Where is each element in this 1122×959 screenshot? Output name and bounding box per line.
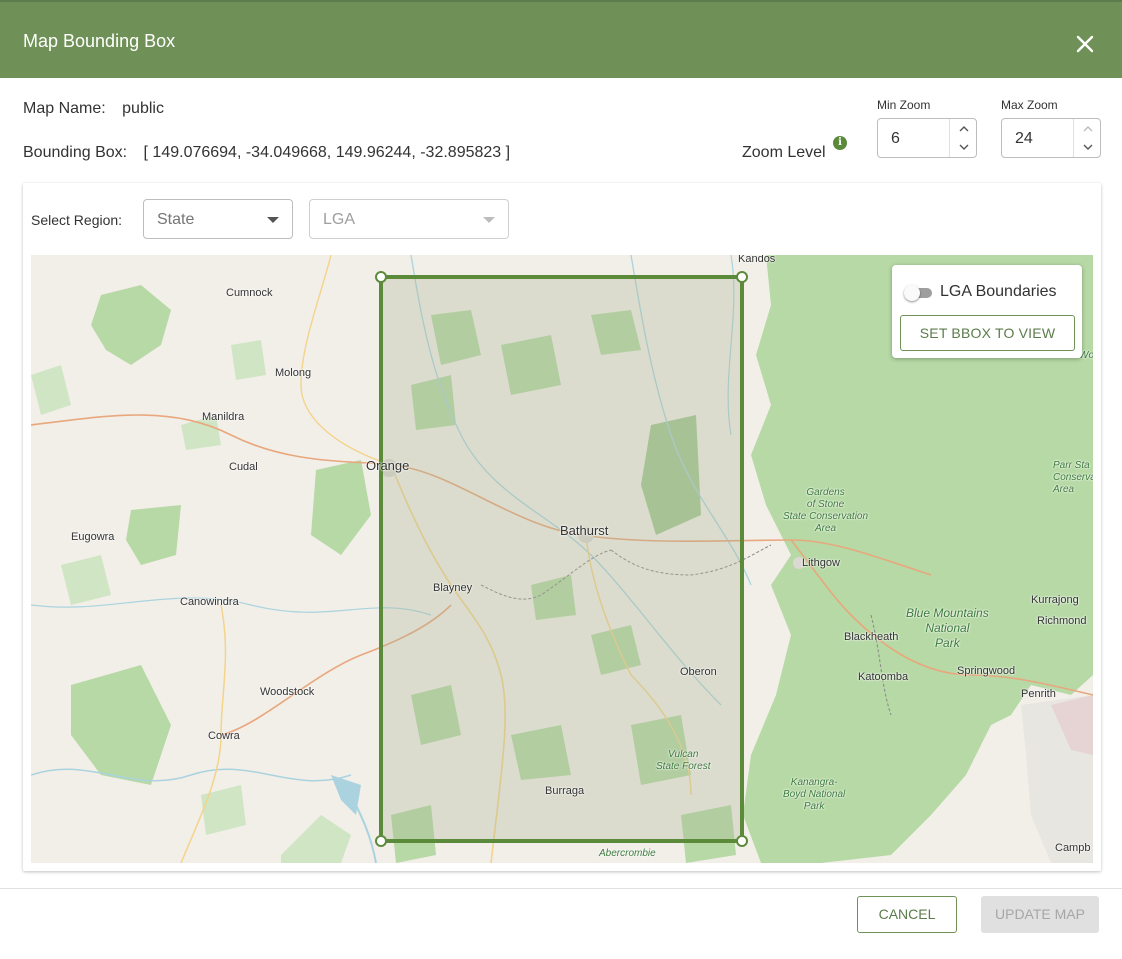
- toggle-knob: [904, 285, 920, 301]
- place-label: Lithgow: [802, 557, 840, 569]
- park-label: Blue Mountains National Park: [906, 606, 989, 650]
- park-label: Vulcan State Forest: [656, 749, 711, 772]
- update-map-button[interactable]: UPDATE MAP: [981, 896, 1099, 933]
- bbox-handle-sw[interactable]: [375, 835, 387, 847]
- zoom-level-label: Zoom Level: [742, 144, 826, 161]
- map-name-value: public: [122, 100, 164, 117]
- close-icon[interactable]: [1074, 33, 1096, 55]
- place-label: Blayney: [433, 582, 473, 594]
- place-label: Kandos: [738, 255, 776, 265]
- state-select-placeholder: State: [157, 211, 195, 228]
- map-name-row: Map Name: public: [23, 100, 164, 118]
- place-label: Burraga: [545, 785, 585, 797]
- max-zoom-value: 24: [1015, 130, 1033, 147]
- footer-divider: [0, 888, 1122, 889]
- place-label: Eugowra: [71, 531, 115, 543]
- lga-boundaries-label: LGA Boundaries: [940, 283, 1057, 300]
- map-card: Select Region: State LGA Kandos Cumnock …: [23, 183, 1101, 871]
- max-zoom-spinner: [1073, 119, 1101, 157]
- map-view[interactable]: Kandos Cumnock Molong Manildra Cudal Ora…: [31, 255, 1093, 863]
- chevron-up-icon[interactable]: [958, 123, 970, 135]
- place-label: Canowindra: [180, 596, 239, 608]
- place-label: Campb: [1055, 842, 1091, 854]
- dialog-title: Map Bounding Box: [23, 31, 176, 51]
- map-control-panel: LGA Boundaries SET BBOX TO VIEW: [892, 265, 1082, 358]
- place-label: Oberon: [680, 666, 717, 678]
- park-label: Parr Sta Conserva Area: [1053, 460, 1093, 495]
- select-region-label: Select Region:: [31, 212, 123, 228]
- place-label: Molong: [275, 367, 312, 379]
- chevron-down-icon[interactable]: [1082, 141, 1094, 153]
- lga-select-placeholder: LGA: [323, 211, 356, 228]
- bbox-handle-se[interactable]: [736, 835, 748, 847]
- bounding-box-row: Bounding Box: [ 149.076694, -34.049668, …: [23, 144, 510, 162]
- min-zoom-label: Min Zoom: [877, 98, 931, 112]
- place-label: Woodstock: [260, 686, 315, 698]
- bounding-box-value: [ 149.076694, -34.049668, 149.96244, -32…: [143, 144, 511, 161]
- chevron-down-icon[interactable]: [958, 141, 970, 153]
- place-label: Penrith: [1021, 688, 1056, 700]
- info-icon[interactable]: i: [833, 136, 847, 150]
- dialog-header: Map Bounding Box: [0, 2, 1122, 78]
- state-select[interactable]: State: [143, 199, 293, 239]
- lga-select[interactable]: LGA: [309, 199, 509, 239]
- place-label: Blackheath: [844, 631, 899, 643]
- min-zoom-spinner: [949, 119, 977, 157]
- map-bounding-box-dialog: Map Bounding Box Map Name: public Boundi…: [0, 0, 1122, 959]
- caret-down-icon: [267, 217, 279, 223]
- bbox-handle-nw[interactable]: [375, 271, 387, 283]
- min-zoom-input[interactable]: 6: [877, 118, 977, 158]
- min-zoom-value: 6: [891, 130, 900, 147]
- bounding-box-label: Bounding Box:: [23, 144, 128, 161]
- set-bbox-to-view-button[interactable]: SET BBOX TO VIEW: [900, 315, 1075, 351]
- bbox-handle-ne[interactable]: [736, 271, 748, 283]
- place-label: Bathurst: [560, 523, 609, 538]
- place-label: Kurrajong: [1031, 594, 1079, 606]
- max-zoom-input[interactable]: 24: [1001, 118, 1101, 158]
- place-label: Cowra: [208, 730, 240, 742]
- max-zoom-label: Max Zoom: [1001, 98, 1058, 112]
- place-label: Katoomba: [858, 671, 909, 683]
- cancel-button[interactable]: CANCEL: [857, 896, 957, 933]
- place-label: Springwood: [957, 665, 1016, 677]
- place-label: Cudal: [229, 461, 258, 473]
- map-name-label: Map Name:: [23, 100, 106, 117]
- caret-down-icon: [483, 217, 495, 223]
- chevron-up-icon[interactable]: [1082, 123, 1094, 135]
- place-label: Cumnock: [226, 287, 273, 299]
- place-label: Manildra: [202, 411, 245, 423]
- place-label: Orange: [366, 458, 410, 473]
- lga-boundaries-toggle[interactable]: [904, 285, 932, 301]
- place-label: Richmond: [1037, 615, 1087, 627]
- park-label: Gardens of Stone State Conservation Area: [783, 487, 869, 534]
- park-label: Kanangra- Boyd National Park: [783, 777, 846, 812]
- park-label: Abercrombie: [599, 848, 656, 859]
